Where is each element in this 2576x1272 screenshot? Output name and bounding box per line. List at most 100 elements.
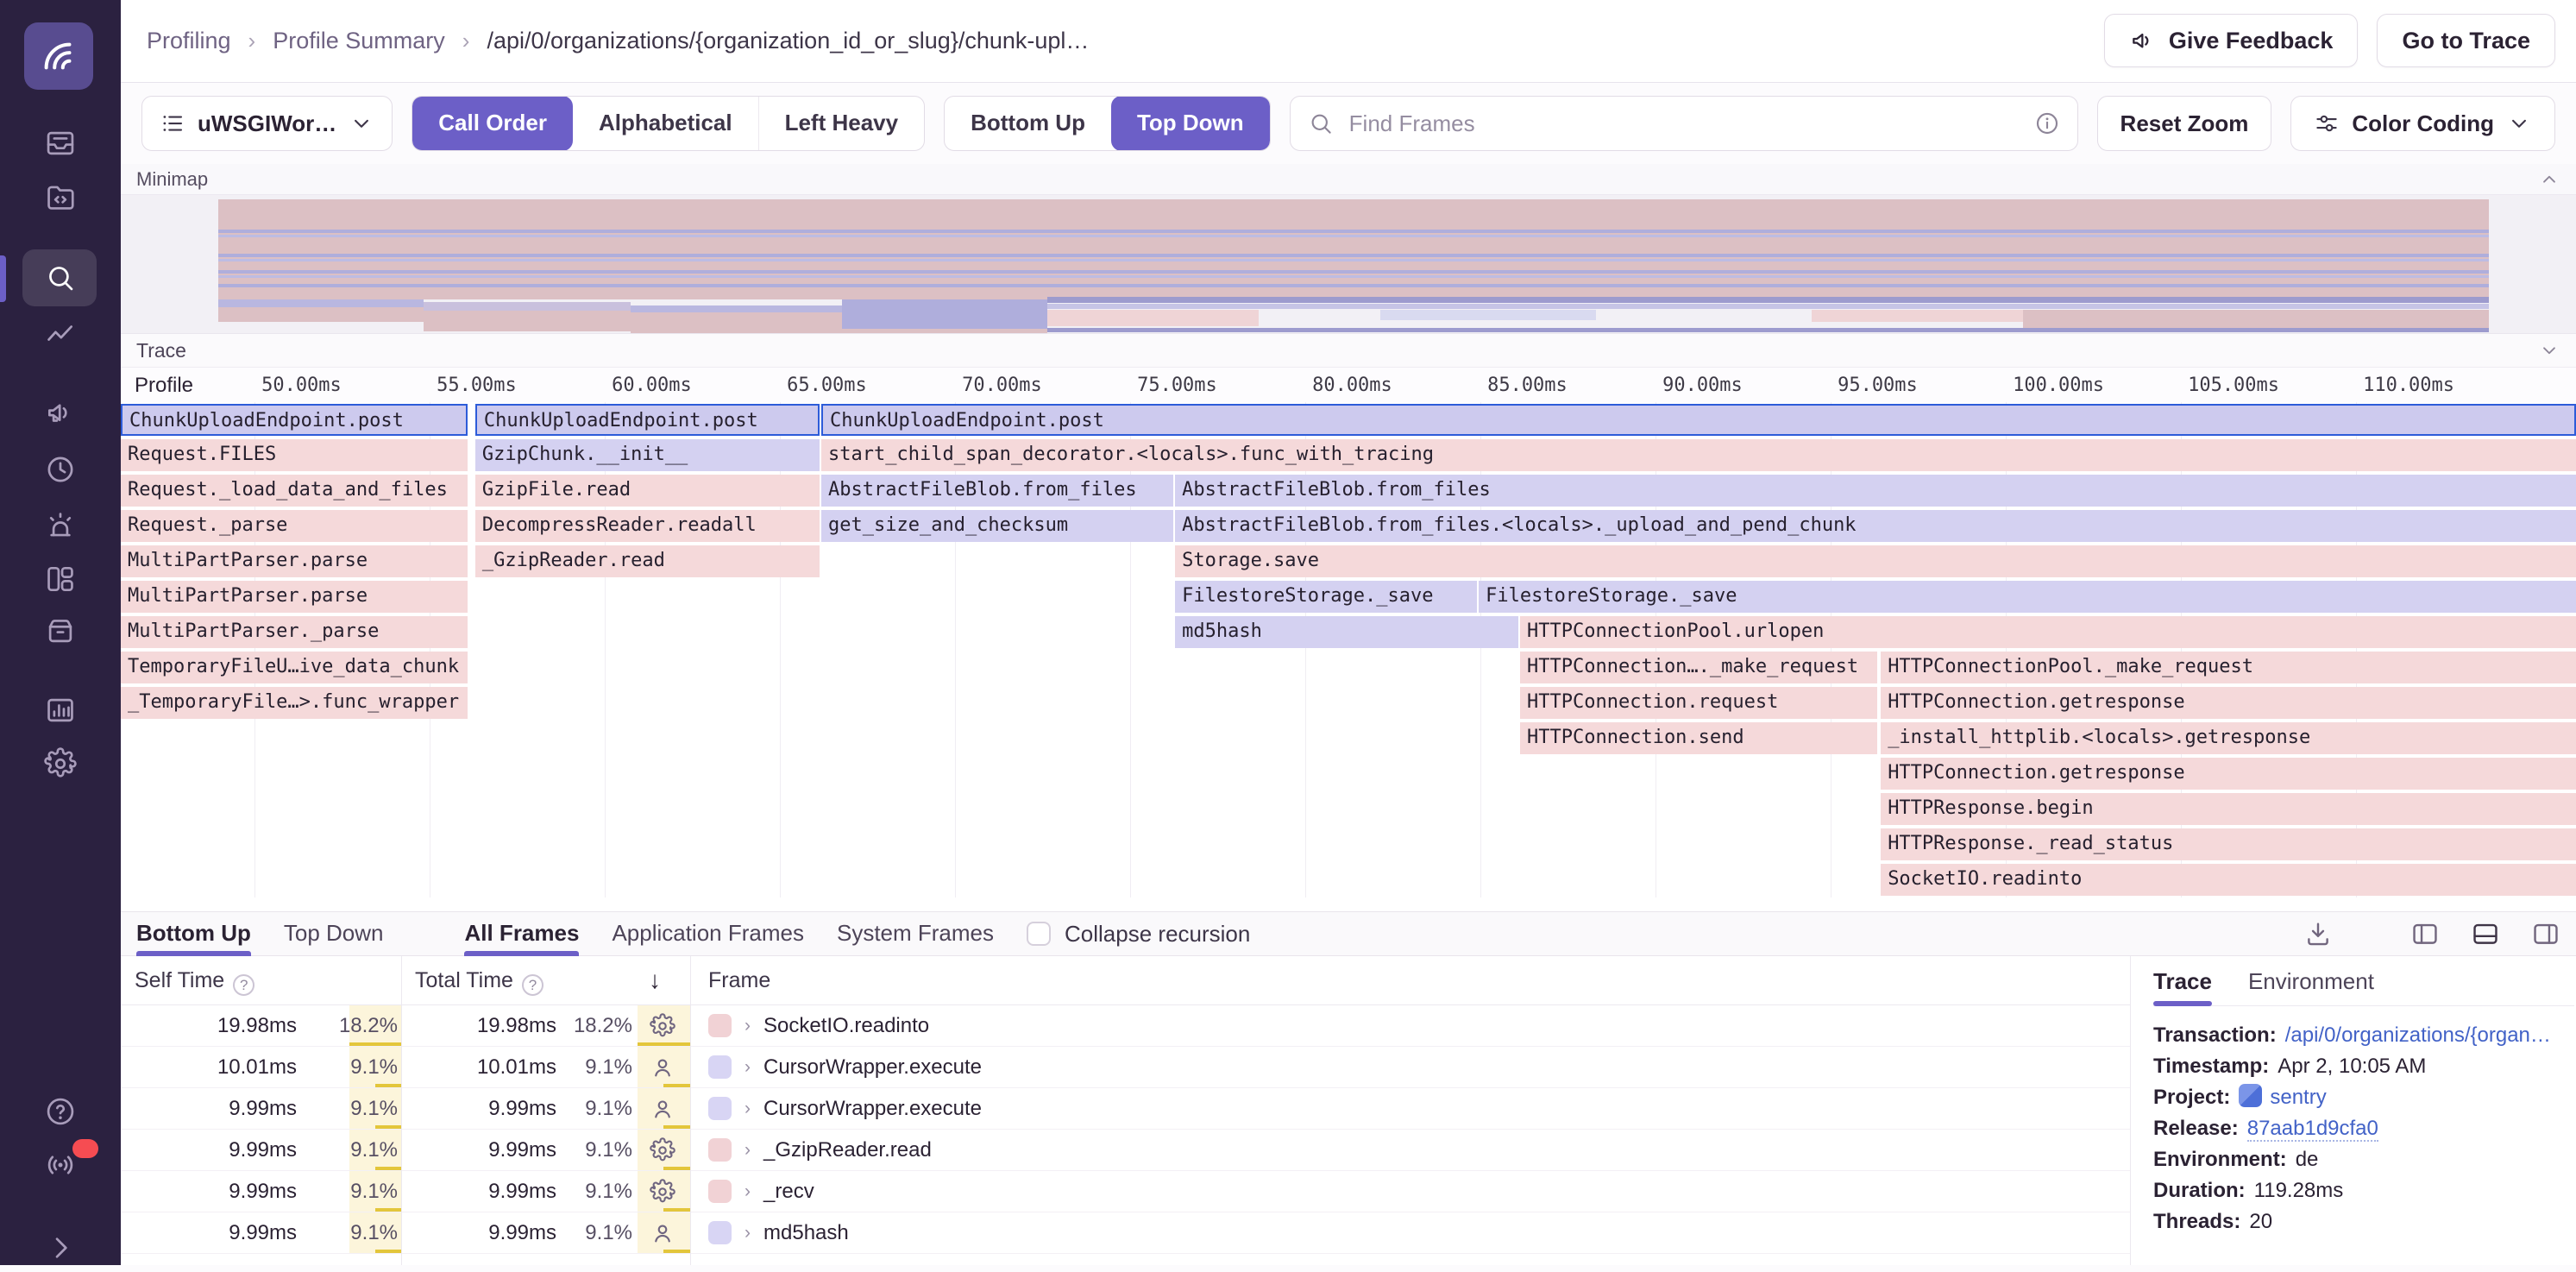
flame-frame[interactable]: HTTPResponse.begin <box>1881 793 2576 825</box>
flame-frame[interactable]: HTTPConnection…._make_request <box>1520 652 1877 683</box>
direction-option-bottom-up[interactable]: Bottom Up <box>945 96 1111 151</box>
download-icon[interactable] <box>2303 919 2333 948</box>
minimap-canvas[interactable] <box>121 195 2576 333</box>
flame-frame[interactable]: HTTPConnection.request <box>1520 687 1877 719</box>
direction-option-top-down[interactable]: Top Down <box>1111 96 1270 151</box>
sidebar-item-explore[interactable] <box>36 254 85 302</box>
flame-frame[interactable]: HTTPConnectionPool.urlopen <box>1520 616 2576 648</box>
sidebar-item-insights[interactable] <box>36 311 85 359</box>
frame-cell[interactable]: ›CursorWrapper.execute <box>690 1088 2130 1129</box>
flame-frame[interactable]: start_child_span_decorator.<locals>.func… <box>821 439 2576 471</box>
details-field-value[interactable]: /api/0/organizations/{organ… <box>2285 1023 2551 1047</box>
flame-frame[interactable]: _GzipReader.read <box>475 545 820 577</box>
details-field-value[interactable]: sentry <box>2270 1086 2326 1109</box>
sidebar-item-dashboards[interactable] <box>36 555 85 603</box>
chevron-down-icon[interactable] <box>2538 339 2560 362</box>
tab-bottom-up[interactable]: Bottom Up <box>136 912 251 956</box>
tab-system-frames[interactable]: System Frames <box>837 912 994 956</box>
flame-frame[interactable]: GzipChunk.__init__ <box>475 439 820 471</box>
flame-frame[interactable]: HTTPConnection.getresponse <box>1881 758 2576 790</box>
flame-frame[interactable]: _install_httplib.<locals>.getresponse <box>1881 722 2576 754</box>
flame-frame[interactable]: ChunkUploadEndpoint.post <box>475 404 820 436</box>
flame-frame[interactable]: MultiPartParser.parse <box>121 581 468 613</box>
table-row[interactable]: 19.98ms18.2%19.98ms18.2%›SocketIO.readin… <box>121 1005 2130 1047</box>
flame-frame[interactable]: DecompressReader.readall <box>475 510 820 542</box>
flame-frame[interactable]: ChunkUploadEndpoint.post <box>121 404 468 436</box>
sidebar-item-help[interactable] <box>36 1087 85 1136</box>
self-time-header[interactable]: Self Time? <box>135 956 254 1004</box>
flame-frame[interactable]: Storage.save <box>1175 545 2576 577</box>
flame-frame[interactable]: Request._parse <box>121 510 468 542</box>
frame-cell[interactable]: ›CursorWrapper.execute <box>690 1047 2130 1087</box>
sidebar-item-feedback[interactable] <box>36 388 85 437</box>
expand-chevron-icon[interactable]: › <box>745 1057 751 1078</box>
sort-descending-icon[interactable]: ↓ <box>649 956 661 1004</box>
sidebar-item-issues[interactable] <box>36 119 85 167</box>
tab-application-frames[interactable]: Application Frames <box>612 912 804 956</box>
flame-frame[interactable]: MultiPartParser._parse <box>121 616 468 648</box>
layout-bottom-icon[interactable] <box>2471 919 2500 948</box>
layout-right-icon[interactable] <box>2531 919 2560 948</box>
table-row[interactable]: 9.99ms9.1%9.99ms9.1%›_GzipReader.read <box>121 1130 2130 1171</box>
flame-frame[interactable]: Request.FILES <box>121 439 468 471</box>
frame-cell[interactable]: ›md5hash <box>690 1212 2130 1253</box>
expand-chevron-icon[interactable]: › <box>745 1016 751 1036</box>
sort-option-call-order[interactable]: Call Order <box>412 96 573 151</box>
find-frames-search[interactable] <box>1290 96 2078 151</box>
flame-frame[interactable]: TemporaryFileU…ive_data_chunk <box>121 652 468 683</box>
details-tab-trace[interactable]: Trace <box>2153 961 2212 1005</box>
go-to-trace-button[interactable]: Go to Trace <box>2377 14 2555 67</box>
flame-frame[interactable]: HTTPConnection.getresponse <box>1881 687 2576 719</box>
sentry-logo[interactable] <box>24 22 93 90</box>
flame-frame[interactable]: HTTPResponse._read_status <box>1881 828 2576 860</box>
collapse-recursion-checkbox[interactable] <box>1027 922 1051 946</box>
flame-frame[interactable]: Request._load_data_and_files <box>121 475 468 507</box>
flame-frame[interactable]: ChunkUploadEndpoint.post <box>821 404 2576 436</box>
sidebar-item-stats[interactable] <box>36 686 85 734</box>
breadcrumb-profile-summary[interactable]: Profile Summary <box>273 28 445 54</box>
tab-top-down[interactable]: Top Down <box>284 912 384 956</box>
color-coding-dropdown[interactable]: Color Coding <box>2290 96 2555 151</box>
details-tab-environment[interactable]: Environment <box>2248 961 2374 1005</box>
frame-cell[interactable]: ›_GzipReader.read <box>690 1130 2130 1170</box>
expand-chevron-icon[interactable]: › <box>745 1099 751 1119</box>
expand-chevron-icon[interactable]: › <box>745 1140 751 1161</box>
frame-cell[interactable]: ›_recv <box>690 1171 2130 1212</box>
table-row[interactable]: 9.99ms9.1%9.99ms9.1%›_recv <box>121 1171 2130 1212</box>
sort-option-left-heavy[interactable]: Left Heavy <box>758 96 925 151</box>
sidebar-item-projects[interactable] <box>36 173 85 221</box>
flame-frame[interactable]: AbstractFileBlob.from_files.<locals>._up… <box>1175 510 2576 542</box>
flame-frame[interactable]: GzipFile.read <box>475 475 820 507</box>
sidebar-item-replays[interactable] <box>36 445 85 494</box>
breadcrumb-profiling[interactable]: Profiling <box>147 28 231 54</box>
sidebar-item-alerts[interactable] <box>36 501 85 550</box>
sidebar-item-settings[interactable] <box>36 740 85 788</box>
flame-frame[interactable]: FilestoreStorage._save <box>1175 581 1477 613</box>
flame-frame[interactable]: FilestoreStorage._save <box>1479 581 2576 613</box>
give-feedback-button[interactable]: Give Feedback <box>2104 14 2359 67</box>
search-input[interactable] <box>1348 110 2020 138</box>
total-time-header[interactable]: Total Time? <box>415 956 543 1004</box>
reset-zoom-button[interactable]: Reset Zoom <box>2097 96 2272 151</box>
frame-header[interactable]: Frame <box>708 956 770 1004</box>
expand-chevron-icon[interactable]: › <box>745 1223 751 1244</box>
flame-frame[interactable]: AbstractFileBlob.from_files <box>1175 475 2576 507</box>
expand-chevron-icon[interactable]: › <box>745 1181 751 1202</box>
table-row[interactable]: 9.99ms9.1%9.99ms9.1%›CursorWrapper.execu… <box>121 1088 2130 1130</box>
table-row[interactable]: 9.99ms9.1%9.99ms9.1%›md5hash <box>121 1212 2130 1254</box>
flame-frame[interactable]: _TemporaryFile…>.func_wrapper <box>121 687 468 719</box>
thread-selector-dropdown[interactable]: uWSGIWor… <box>141 96 393 151</box>
sidebar-item-releases[interactable] <box>36 607 85 655</box>
tab-all-frames[interactable]: All Frames <box>464 912 579 956</box>
flamegraph-canvas[interactable]: ChunkUploadEndpoint.postChunkUploadEndpo… <box>121 402 2576 911</box>
flame-frame[interactable]: HTTPConnection.send <box>1520 722 1877 754</box>
details-field-value[interactable]: 87aab1d9cfa0 <box>2247 1117 2378 1142</box>
flame-frame[interactable]: MultiPartParser.parse <box>121 545 468 577</box>
flame-frame[interactable]: SocketIO.readinto <box>1881 864 2576 896</box>
chevron-up-icon[interactable] <box>2538 168 2560 191</box>
sort-option-alphabetical[interactable]: Alphabetical <box>573 96 758 151</box>
layout-left-icon[interactable] <box>2410 919 2440 948</box>
flame-frame[interactable]: get_size_and_checksum <box>821 510 1173 542</box>
flame-frame[interactable]: md5hash <box>1175 616 1518 648</box>
table-row[interactable]: 10.01ms9.1%10.01ms9.1%›CursorWrapper.exe… <box>121 1047 2130 1088</box>
